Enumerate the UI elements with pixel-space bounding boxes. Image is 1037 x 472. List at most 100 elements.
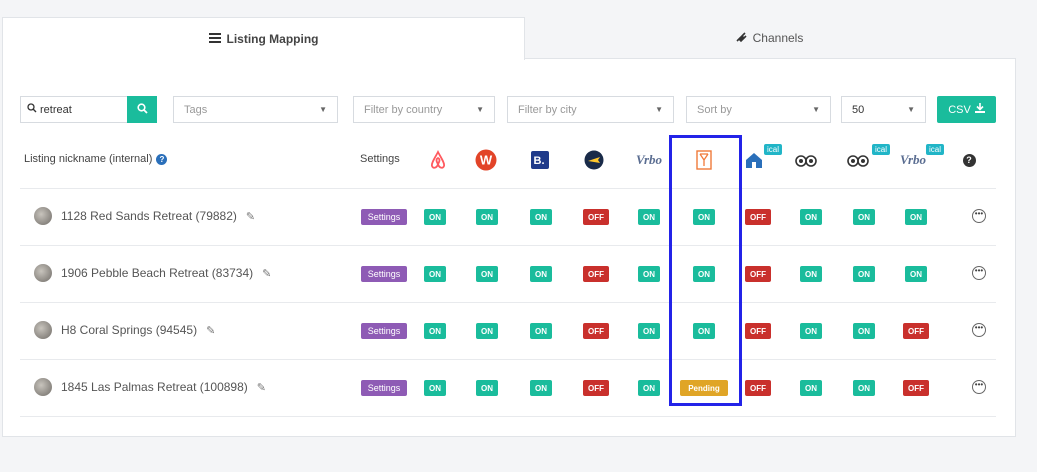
channel-status-badge[interactable]: ON [853, 323, 875, 339]
channel-status-badge[interactable]: ON [638, 323, 660, 339]
channel-status-badge[interactable]: ON [853, 209, 875, 225]
row-divider [20, 302, 996, 303]
channel-status-badge[interactable]: ON [424, 323, 446, 339]
channel-status-badge[interactable]: OFF [745, 323, 771, 339]
channel-status-badge[interactable]: OFF [745, 380, 771, 396]
more-options-icon[interactable]: ••• [972, 380, 986, 394]
city-placeholder: Filter by city [518, 103, 577, 116]
channel-status-badge[interactable]: ON [800, 209, 822, 225]
download-icon [974, 103, 985, 116]
channel-status-badge[interactable]: ON [476, 323, 498, 339]
channel-status-badge[interactable]: OFF [745, 209, 771, 225]
tab-listing-mapping[interactable]: Listing Mapping [2, 17, 525, 60]
search-icon [27, 103, 37, 116]
caret-down-icon: ▼ [812, 105, 820, 114]
listing-row-name: 1128 Red Sands Retreat (79882) ✎ [34, 207, 255, 225]
channel-status-badge[interactable]: ON [476, 266, 498, 282]
channel-status-badge[interactable]: ON [424, 266, 446, 282]
row-divider [20, 245, 996, 246]
listing-name: 1845 Las Palmas Retreat (100898) [61, 380, 248, 394]
homeaway-icon [743, 150, 765, 170]
channel-status-badge[interactable]: ON [638, 209, 660, 225]
settings-button[interactable]: Settings [361, 209, 407, 225]
airbnb-icon [427, 150, 449, 170]
channel-status-badge[interactable]: ON [530, 266, 552, 282]
tab-channels[interactable]: Channels [524, 17, 1014, 59]
help-icon[interactable]: ? [156, 153, 168, 165]
csv-download-button[interactable]: CSV [937, 96, 996, 123]
list-icon [208, 32, 221, 46]
channel-status-badge[interactable]: ON [424, 380, 446, 396]
channel-status-badge[interactable]: OFF [583, 209, 609, 225]
channel-status-badge[interactable]: ON [530, 323, 552, 339]
expedia-icon [583, 150, 605, 170]
channel-status-badge[interactable]: ON [905, 266, 927, 282]
tags-select[interactable]: Tags ▼ [173, 96, 338, 123]
help-icon[interactable]: ? [958, 150, 980, 170]
tripadvisor-icon [847, 150, 869, 170]
channel-status-badge[interactable]: ON [424, 209, 446, 225]
caret-down-icon: ▼ [907, 105, 915, 114]
channel-status-badge[interactable]: OFF [903, 380, 929, 396]
channel-status-badge[interactable]: OFF [583, 323, 609, 339]
channel-status-badge[interactable]: OFF [745, 266, 771, 282]
channel-status-badge[interactable]: ON [800, 266, 822, 282]
channel-status-badge[interactable]: ON [853, 380, 875, 396]
channel-status-badge[interactable]: ON [476, 380, 498, 396]
channel-status-badge[interactable]: ON [800, 323, 822, 339]
search-input[interactable]: retreat [20, 96, 127, 123]
channel-status-badge[interactable]: ON [905, 209, 927, 225]
listing-name: 1906 Pebble Beach Retreat (83734) [61, 266, 254, 280]
sort-select[interactable]: Sort by ▼ [686, 96, 831, 123]
search-value: retreat [40, 103, 72, 116]
settings-button[interactable]: Settings [361, 380, 407, 396]
edit-icon[interactable]: ✎ [257, 381, 266, 394]
settings-button[interactable]: Settings [361, 266, 407, 282]
channel-status-badge[interactable]: ON [476, 209, 498, 225]
caret-down-icon: ▼ [655, 105, 663, 114]
channel-status-badge[interactable]: ON [800, 380, 822, 396]
listing-avatar [34, 378, 52, 396]
caret-down-icon: ▼ [319, 105, 327, 114]
listing-row-name: 1906 Pebble Beach Retreat (83734) ✎ [34, 264, 271, 282]
channel-status-badge[interactable]: ON [530, 209, 552, 225]
per-page-value: 50 [852, 103, 865, 116]
channel-status-badge[interactable]: ON [638, 380, 660, 396]
search-button[interactable] [127, 96, 157, 123]
ical-badge: ical [871, 144, 891, 155]
listing-avatar [34, 321, 52, 339]
settings-column-header: Settings [360, 153, 400, 165]
edit-icon[interactable]: ✎ [262, 267, 271, 280]
tab-label: Channels [752, 31, 804, 45]
tags-placeholder: Tags [184, 103, 208, 116]
channel-status-badge[interactable]: OFF [903, 323, 929, 339]
plug-icon [735, 31, 747, 46]
city-select[interactable]: Filter by city ▼ [507, 96, 674, 123]
listing-name: H8 Coral Springs (94545) [61, 323, 198, 337]
w-icon: W [475, 149, 497, 171]
tripadvisor-icon [795, 150, 817, 170]
ical-badge: ical [763, 144, 783, 155]
edit-icon[interactable]: ✎ [246, 210, 255, 223]
country-placeholder: Filter by country [364, 103, 443, 116]
channel-status-badge[interactable]: ON [638, 266, 660, 282]
edit-icon[interactable]: ✎ [206, 324, 215, 337]
nickname-header-label: Listing nickname (internal) [24, 153, 153, 165]
search-icon [136, 102, 148, 117]
nickname-column-header: Listing nickname (internal) ? [24, 153, 168, 165]
more-options-icon[interactable]: ••• [972, 323, 986, 337]
tab-label: Listing Mapping [226, 32, 319, 46]
more-options-icon[interactable]: ••• [972, 266, 986, 280]
more-options-icon[interactable]: ••• [972, 209, 986, 223]
channel-status-badge[interactable]: OFF [583, 380, 609, 396]
channel-status-badge[interactable]: ON [530, 380, 552, 396]
svg-text:Vrbo: Vrbo [900, 152, 927, 167]
svg-text:Vrbo: Vrbo [636, 152, 663, 167]
ical-badge: ical [925, 144, 945, 155]
channel-status-badge[interactable]: ON [853, 266, 875, 282]
channel-status-badge[interactable]: OFF [583, 266, 609, 282]
settings-button[interactable]: Settings [361, 323, 407, 339]
listing-name: 1128 Red Sands Retreat (79882) [61, 209, 237, 223]
country-select[interactable]: Filter by country ▼ [353, 96, 495, 123]
per-page-select[interactable]: 50 ▼ [841, 96, 926, 123]
